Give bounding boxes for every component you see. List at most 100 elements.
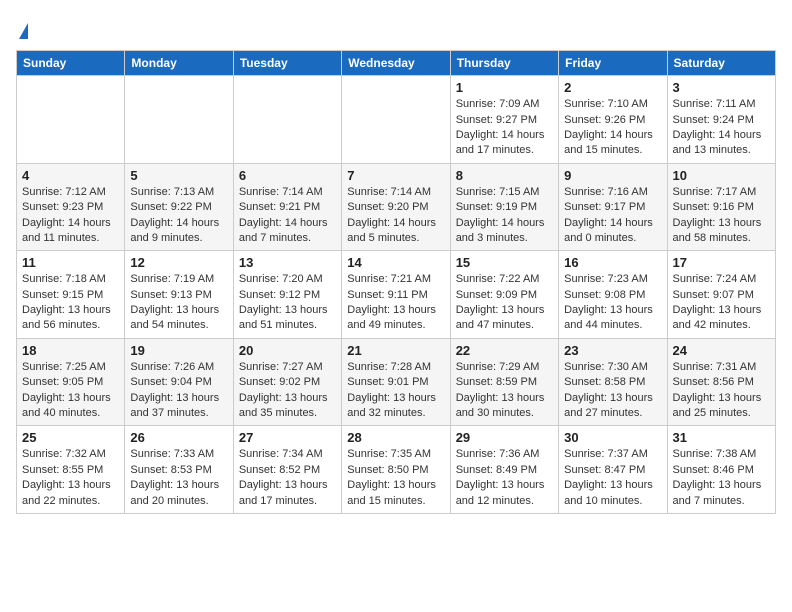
day-cell: 18Sunrise: 7:25 AM Sunset: 9:05 PM Dayli… xyxy=(17,338,125,426)
day-info: Sunrise: 7:12 AM Sunset: 9:23 PM Dayligh… xyxy=(22,185,119,247)
day-cell: 9 Sunrise: 7:16 AM Sunset: 9:17 PM Daylig… xyxy=(559,163,667,251)
day-cell: 25 Sunrise: 7:32 AM Sunset: 8:55 PM Dayli… xyxy=(17,426,125,514)
day-number: 24 xyxy=(673,343,770,358)
day-cell: 31Sunrise: 7:38 AM Sunset: 8:46 PM Dayli… xyxy=(667,426,775,514)
day-number: 27 xyxy=(239,430,336,445)
day-number: 9 xyxy=(564,168,661,183)
day-cell: 20 Sunrise: 7:27 AM Sunset: 9:02 PM Dayli… xyxy=(233,338,341,426)
day-cell: 11Sunrise: 7:18 AM Sunset: 9:15 PM Dayli… xyxy=(17,251,125,339)
day-header-friday: Friday xyxy=(559,51,667,76)
day-info: Sunrise: 7:09 AM Sunset: 9:27 PM Dayligh… xyxy=(456,97,553,159)
day-info: Sunrise: 7:20 AM Sunset: 9:12 PM Dayligh… xyxy=(239,272,336,334)
day-info: Sunrise: 7:32 AM Sunset: 8:55 PM Dayligh… xyxy=(22,447,119,509)
day-info: Sunrise: 7:29 AM Sunset: 8:59 PM Dayligh… xyxy=(456,360,553,422)
day-number: 3 xyxy=(673,80,770,95)
day-header-wednesday: Wednesday xyxy=(342,51,450,76)
logo-triangle-icon xyxy=(19,23,28,39)
day-info: Sunrise: 7:37 AM Sunset: 8:47 PM Dayligh… xyxy=(564,447,661,509)
day-number: 15 xyxy=(456,255,553,270)
day-info: Sunrise: 7:27 AM Sunset: 9:02 PM Dayligh… xyxy=(239,360,336,422)
day-info: Sunrise: 7:31 AM Sunset: 8:56 PM Dayligh… xyxy=(673,360,770,422)
day-info: Sunrise: 7:35 AM Sunset: 8:50 PM Dayligh… xyxy=(347,447,444,509)
day-info: Sunrise: 7:38 AM Sunset: 8:46 PM Dayligh… xyxy=(673,447,770,509)
day-number: 26 xyxy=(130,430,227,445)
day-header-sunday: Sunday xyxy=(17,51,125,76)
day-cell xyxy=(342,76,450,164)
day-info: Sunrise: 7:14 AM Sunset: 9:20 PM Dayligh… xyxy=(347,185,444,247)
day-info: Sunrise: 7:23 AM Sunset: 9:08 PM Dayligh… xyxy=(564,272,661,334)
day-number: 16 xyxy=(564,255,661,270)
calendar-header-row: SundayMondayTuesdayWednesdayThursdayFrid… xyxy=(17,51,776,76)
day-header-tuesday: Tuesday xyxy=(233,51,341,76)
day-cell: 4 Sunrise: 7:12 AM Sunset: 9:23 PM Daylig… xyxy=(17,163,125,251)
day-cell: 13Sunrise: 7:20 AM Sunset: 9:12 PM Dayli… xyxy=(233,251,341,339)
day-info: Sunrise: 7:24 AM Sunset: 9:07 PM Dayligh… xyxy=(673,272,770,334)
day-info: Sunrise: 7:15 AM Sunset: 9:19 PM Dayligh… xyxy=(456,185,553,247)
day-cell xyxy=(125,76,233,164)
day-number: 14 xyxy=(347,255,444,270)
day-number: 23 xyxy=(564,343,661,358)
week-row-4: 18Sunrise: 7:25 AM Sunset: 9:05 PM Dayli… xyxy=(17,338,776,426)
week-row-3: 11Sunrise: 7:18 AM Sunset: 9:15 PM Dayli… xyxy=(17,251,776,339)
day-info: Sunrise: 7:26 AM Sunset: 9:04 PM Dayligh… xyxy=(130,360,227,422)
day-info: Sunrise: 7:11 AM Sunset: 9:24 PM Dayligh… xyxy=(673,97,770,159)
day-cell: 28 Sunrise: 7:35 AM Sunset: 8:50 PM Dayli… xyxy=(342,426,450,514)
day-cell: 30 Sunrise: 7:37 AM Sunset: 8:47 PM Dayli… xyxy=(559,426,667,514)
day-number: 28 xyxy=(347,430,444,445)
day-header-thursday: Thursday xyxy=(450,51,558,76)
logo xyxy=(16,16,28,40)
day-number: 11 xyxy=(22,255,119,270)
day-number: 10 xyxy=(673,168,770,183)
day-cell: 23 Sunrise: 7:30 AM Sunset: 8:58 PM Dayli… xyxy=(559,338,667,426)
day-header-saturday: Saturday xyxy=(667,51,775,76)
calendar: SundayMondayTuesdayWednesdayThursdayFrid… xyxy=(16,50,776,514)
day-number: 6 xyxy=(239,168,336,183)
week-row-2: 4 Sunrise: 7:12 AM Sunset: 9:23 PM Daylig… xyxy=(17,163,776,251)
day-number: 7 xyxy=(347,168,444,183)
day-cell: 16 Sunrise: 7:23 AM Sunset: 9:08 PM Dayli… xyxy=(559,251,667,339)
day-cell: 1 Sunrise: 7:09 AM Sunset: 9:27 PM Daylig… xyxy=(450,76,558,164)
day-number: 20 xyxy=(239,343,336,358)
day-cell: 27 Sunrise: 7:34 AM Sunset: 8:52 PM Dayli… xyxy=(233,426,341,514)
day-cell: 15 Sunrise: 7:22 AM Sunset: 9:09 PM Dayli… xyxy=(450,251,558,339)
day-cell: 29Sunrise: 7:36 AM Sunset: 8:49 PM Dayli… xyxy=(450,426,558,514)
day-cell xyxy=(17,76,125,164)
day-cell: 8 Sunrise: 7:15 AM Sunset: 9:19 PM Daylig… xyxy=(450,163,558,251)
day-number: 4 xyxy=(22,168,119,183)
day-info: Sunrise: 7:28 AM Sunset: 9:01 PM Dayligh… xyxy=(347,360,444,422)
day-info: Sunrise: 7:17 AM Sunset: 9:16 PM Dayligh… xyxy=(673,185,770,247)
day-cell: 26 Sunrise: 7:33 AM Sunset: 8:53 PM Dayli… xyxy=(125,426,233,514)
day-cell: 12Sunrise: 7:19 AM Sunset: 9:13 PM Dayli… xyxy=(125,251,233,339)
day-number: 8 xyxy=(456,168,553,183)
day-info: Sunrise: 7:10 AM Sunset: 9:26 PM Dayligh… xyxy=(564,97,661,159)
day-number: 12 xyxy=(130,255,227,270)
day-info: Sunrise: 7:22 AM Sunset: 9:09 PM Dayligh… xyxy=(456,272,553,334)
day-cell: 21 Sunrise: 7:28 AM Sunset: 9:01 PM Dayli… xyxy=(342,338,450,426)
day-cell: 22 Sunrise: 7:29 AM Sunset: 8:59 PM Dayli… xyxy=(450,338,558,426)
day-info: Sunrise: 7:13 AM Sunset: 9:22 PM Dayligh… xyxy=(130,185,227,247)
day-cell: 10 Sunrise: 7:17 AM Sunset: 9:16 PM Dayli… xyxy=(667,163,775,251)
day-number: 1 xyxy=(456,80,553,95)
day-info: Sunrise: 7:33 AM Sunset: 8:53 PM Dayligh… xyxy=(130,447,227,509)
day-number: 5 xyxy=(130,168,227,183)
day-info: Sunrise: 7:21 AM Sunset: 9:11 PM Dayligh… xyxy=(347,272,444,334)
day-info: Sunrise: 7:25 AM Sunset: 9:05 PM Dayligh… xyxy=(22,360,119,422)
day-number: 25 xyxy=(22,430,119,445)
day-number: 22 xyxy=(456,343,553,358)
day-number: 21 xyxy=(347,343,444,358)
day-cell: 24 Sunrise: 7:31 AM Sunset: 8:56 PM Dayli… xyxy=(667,338,775,426)
day-info: Sunrise: 7:30 AM Sunset: 8:58 PM Dayligh… xyxy=(564,360,661,422)
week-row-1: 1 Sunrise: 7:09 AM Sunset: 9:27 PM Daylig… xyxy=(17,76,776,164)
day-number: 29 xyxy=(456,430,553,445)
day-cell: 17Sunrise: 7:24 AM Sunset: 9:07 PM Dayli… xyxy=(667,251,775,339)
day-number: 30 xyxy=(564,430,661,445)
day-cell: 3 Sunrise: 7:11 AM Sunset: 9:24 PM Daylig… xyxy=(667,76,775,164)
day-cell: 7 Sunrise: 7:14 AM Sunset: 9:20 PM Daylig… xyxy=(342,163,450,251)
day-cell: 14 Sunrise: 7:21 AM Sunset: 9:11 PM Dayli… xyxy=(342,251,450,339)
day-cell: 5 Sunrise: 7:13 AM Sunset: 9:22 PM Daylig… xyxy=(125,163,233,251)
day-info: Sunrise: 7:16 AM Sunset: 9:17 PM Dayligh… xyxy=(564,185,661,247)
day-number: 19 xyxy=(130,343,227,358)
day-info: Sunrise: 7:34 AM Sunset: 8:52 PM Dayligh… xyxy=(239,447,336,509)
header xyxy=(16,16,776,40)
day-cell: 2Sunrise: 7:10 AM Sunset: 9:26 PM Daylig… xyxy=(559,76,667,164)
